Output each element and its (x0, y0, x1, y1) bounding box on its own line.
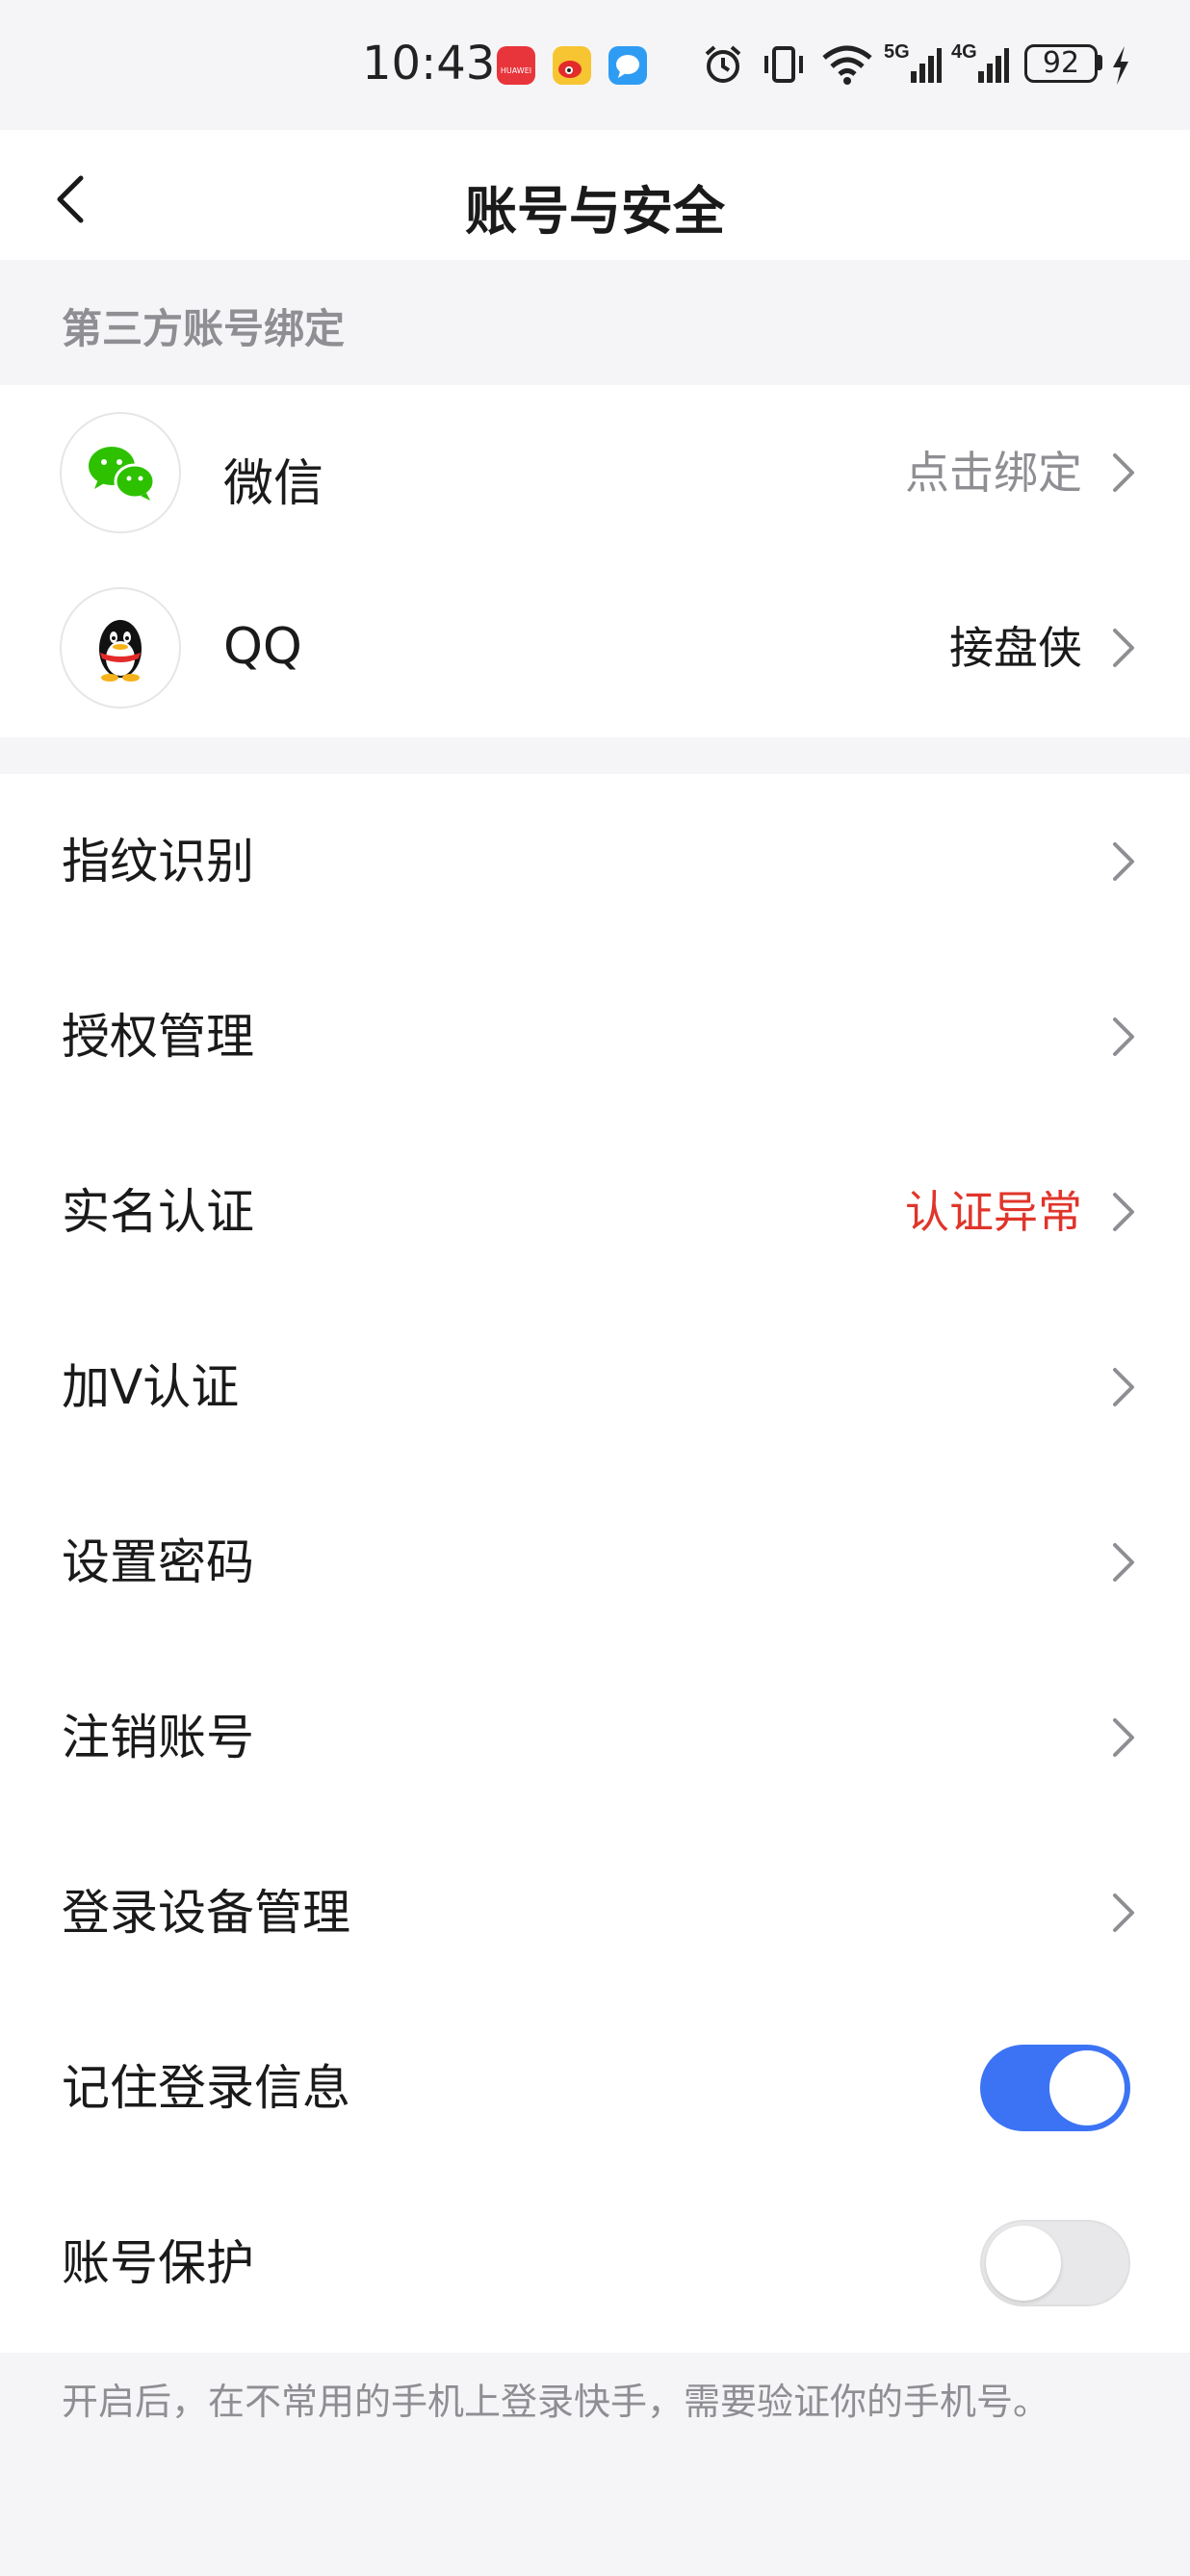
settings-item-authorization[interactable]: 授权管理 (0, 949, 1190, 1124)
settings-item-label: 账号保护 (62, 2235, 254, 2291)
status-time: 10:43 (362, 37, 496, 90)
bind-label-qq: QQ (223, 618, 302, 676)
settings-item-remember-login: 记住登录信息 (0, 2000, 1190, 2176)
message-icon (608, 46, 647, 85)
chevron-right-icon (1113, 453, 1134, 492)
remember-login-toggle[interactable] (980, 2045, 1130, 2131)
status-bar: 10:43 HUAWEI 5G 4G 92 (0, 0, 1190, 130)
weibo-icon (553, 46, 591, 85)
chevron-right-icon (1113, 1018, 1134, 1056)
account-protection-toggle[interactable] (980, 2220, 1130, 2306)
bind-status-qq: 接盘侠 (949, 622, 1082, 674)
settings-item-v-verification[interactable]: 加V认证 (0, 1300, 1190, 1475)
account-protection-hint: 开启后，在不常用的手机上登录快手，需要验证你的手机号。 (62, 2381, 1050, 2423)
huawei-appgallery-icon: HUAWEI (497, 46, 535, 85)
wifi-icon (822, 45, 872, 85)
real-name-status: 认证异常 (905, 1186, 1082, 1238)
svg-text:5G: 5G (884, 41, 910, 63)
section-label-third-party: 第三方账号绑定 (62, 305, 346, 352)
settings-item-real-name[interactable]: 实名认证 认证异常 (0, 1124, 1190, 1300)
bind-row-wechat[interactable]: 微信 点击绑定 (0, 385, 1190, 560)
chevron-right-icon (1113, 1718, 1134, 1757)
settings-item-label: 加V认证 (62, 1359, 240, 1415)
settings-item-label: 注销账号 (62, 1710, 254, 1765)
settings-item-fingerprint[interactable]: 指纹识别 (0, 774, 1190, 949)
chevron-right-icon (1113, 1893, 1134, 1932)
toggle-knob (1049, 2050, 1125, 2125)
vibrate-icon (764, 46, 803, 83)
settings-item-login-devices[interactable]: 登录设备管理 (0, 1825, 1190, 2000)
third-party-binding-list: 微信 点击绑定 QQ 接盘侠 (0, 385, 1190, 737)
wechat-icon (60, 412, 181, 533)
settings-item-label: 记住登录信息 (62, 2060, 350, 2116)
chevron-right-icon (1113, 629, 1134, 667)
signal-5g-icon: 5G (884, 41, 942, 83)
settings-item-label: 登录设备管理 (62, 1885, 350, 1941)
alarm-icon (705, 45, 741, 83)
chevron-right-icon (1113, 1368, 1134, 1406)
battery-indicator: 92 (1024, 44, 1098, 83)
settings-item-label: 设置密码 (62, 1534, 254, 1590)
nav-header: 账号与安全 (0, 130, 1190, 260)
settings-item-label: 实名认证 (62, 1184, 254, 1240)
page-title: 账号与安全 (465, 181, 725, 242)
settings-item-set-password[interactable]: 设置密码 (0, 1475, 1190, 1650)
chevron-right-icon (1113, 1543, 1134, 1582)
settings-item-delete-account[interactable]: 注销账号 (0, 1650, 1190, 1825)
settings-item-label: 授权管理 (62, 1009, 254, 1065)
bind-row-qq[interactable]: QQ 接盘侠 (0, 560, 1190, 735)
chevron-right-icon (1113, 842, 1134, 881)
security-settings-list: 指纹识别 授权管理 实名认证 认证异常 加V认证 设置密码 注销账号 登录设备管… (0, 774, 1190, 2353)
settings-item-label: 指纹识别 (62, 834, 254, 889)
bind-label-wechat: 微信 (223, 455, 324, 513)
battery-cap (1098, 55, 1102, 70)
charging-icon (1113, 46, 1128, 85)
toggle-knob (986, 2226, 1061, 2301)
bind-status-wechat: 点击绑定 (905, 447, 1082, 499)
settings-item-account-protection: 账号保护 (0, 2176, 1190, 2351)
qq-icon (60, 587, 181, 708)
svg-text:4G: 4G (951, 41, 977, 63)
signal-4g-icon: 4G (951, 41, 1009, 83)
chevron-right-icon (1113, 1193, 1134, 1231)
